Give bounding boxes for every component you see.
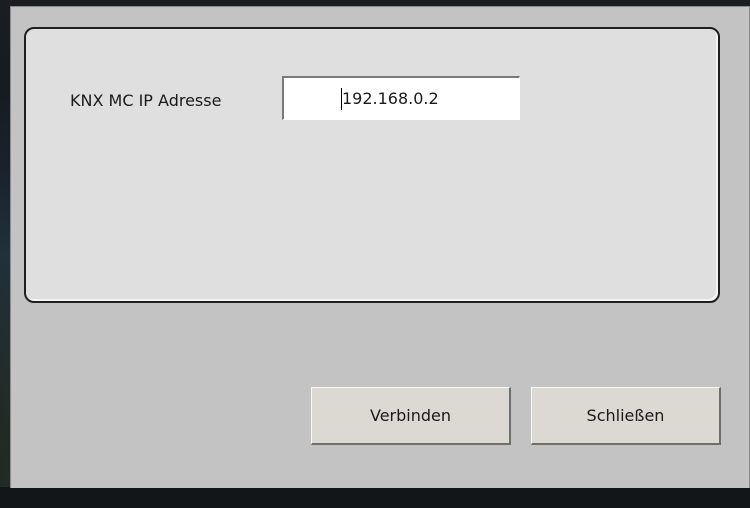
connect-button[interactable]: Verbinden <box>311 387 511 445</box>
ip-address-label: KNX MC IP Adresse <box>70 91 222 110</box>
desktop-strip <box>0 487 750 508</box>
text-caret <box>341 88 342 110</box>
ip-address-input[interactable] <box>282 76 520 120</box>
settings-group-panel <box>24 27 720 303</box>
close-button[interactable]: Schließen <box>531 387 721 445</box>
